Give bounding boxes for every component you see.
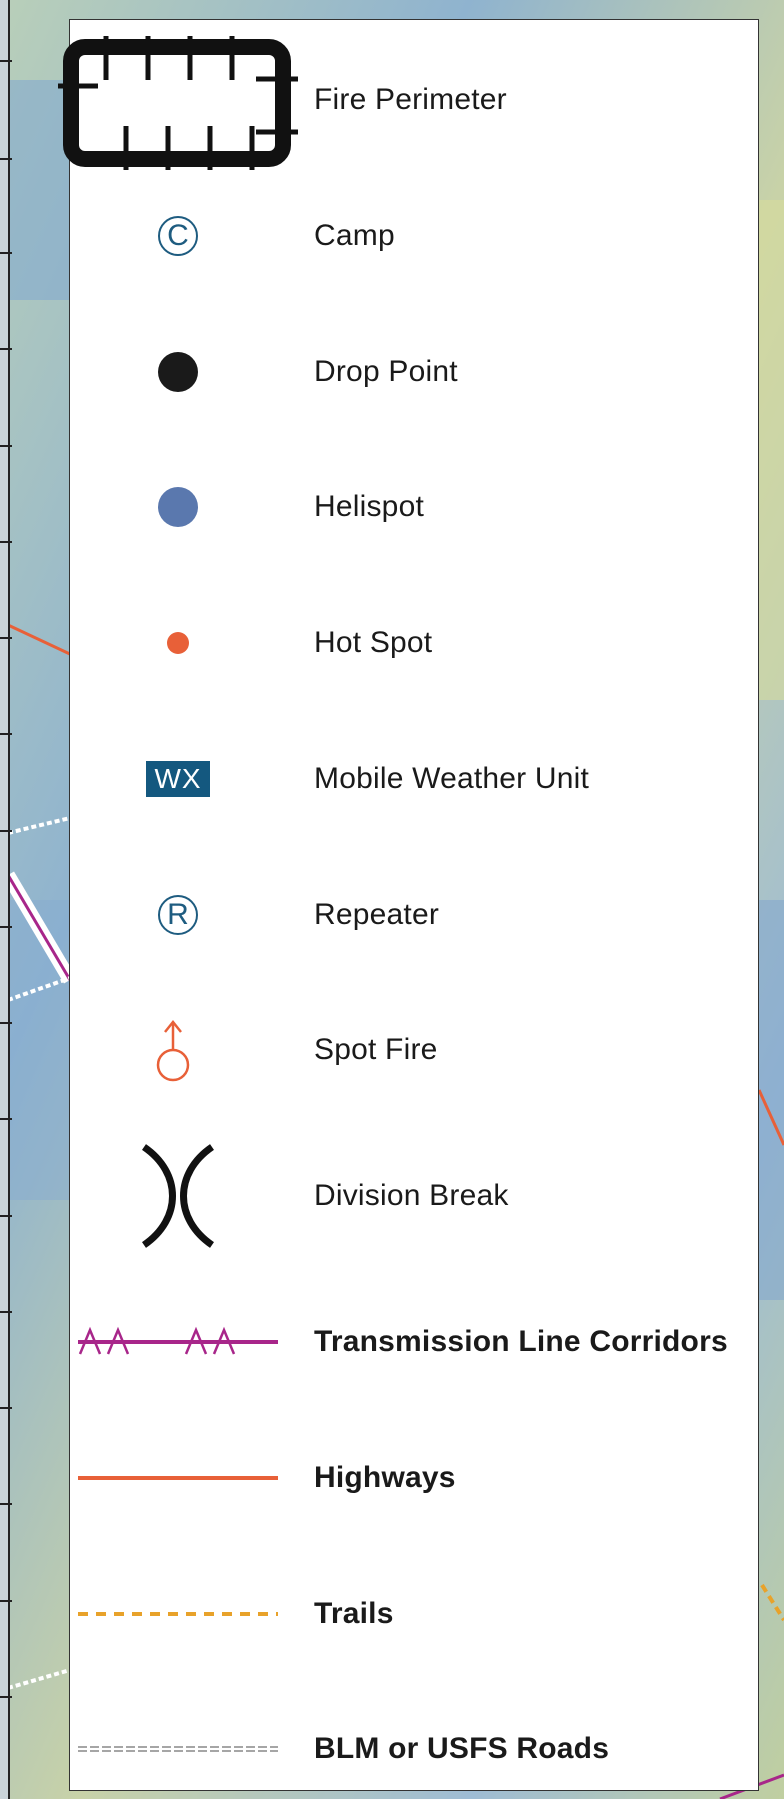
legend-label: Division Break xyxy=(314,1179,509,1212)
legend-item-highways: Highways xyxy=(70,1428,758,1528)
highway-line-icon xyxy=(78,1476,278,1480)
map-frame-edge xyxy=(0,0,12,1799)
legend-label: Repeater xyxy=(314,898,440,931)
spot-fire-icon xyxy=(156,1019,190,1082)
legend-label: Highways xyxy=(314,1461,456,1494)
hot-spot-icon xyxy=(167,632,189,654)
legend-item-division-break: Division Break xyxy=(70,1144,758,1248)
transmission-line-icon xyxy=(78,1326,278,1355)
legend-item-trails: Trails xyxy=(70,1564,758,1664)
legend-label: Drop Point xyxy=(314,355,458,388)
legend-item-drop-point: Drop Point xyxy=(70,322,758,422)
repeater-icon: R xyxy=(158,895,198,935)
helispot-icon xyxy=(158,487,198,527)
division-break-icon xyxy=(141,1144,215,1248)
legend-label: Spot Fire xyxy=(314,1033,438,1066)
legend-item-mobile-weather-unit: WX Mobile Weather Unit xyxy=(70,729,758,829)
legend-label: BLM or USFS Roads xyxy=(314,1732,610,1765)
road-line-icon xyxy=(78,1746,278,1752)
legend-item-camp: C Camp xyxy=(70,186,758,286)
legend-label: Fire Perimeter xyxy=(314,83,507,116)
legend-label: Transmission Line Corridors xyxy=(314,1325,728,1358)
drop-point-icon xyxy=(158,352,198,392)
camp-icon: C xyxy=(158,216,198,256)
fire-perimeter-icon xyxy=(58,36,298,170)
legend-label: Trails xyxy=(314,1597,394,1630)
legend-item-hot-spot: Hot Spot xyxy=(70,593,758,693)
legend-label: Camp xyxy=(314,219,395,252)
trail-line-icon xyxy=(78,1612,278,1616)
legend-item-blm-usfs-roads: BLM or USFS Roads xyxy=(70,1699,758,1799)
legend-item-repeater: R Repeater xyxy=(70,865,758,965)
legend-label: Hot Spot xyxy=(314,626,433,659)
legend-label: Helispot xyxy=(314,490,424,523)
mobile-weather-unit-icon: WX xyxy=(146,761,210,797)
legend-item-helispot: Helispot xyxy=(70,457,758,557)
legend-item-transmission-line-corridors: Transmission Line Corridors xyxy=(70,1292,758,1392)
legend-label: Mobile Weather Unit xyxy=(314,762,590,795)
map-legend: Fire Perimeter C Camp Drop Point Helispo… xyxy=(58,19,759,1791)
legend-item-spot-fire: Spot Fire xyxy=(70,1000,758,1100)
legend-item-fire-perimeter: Fire Perimeter xyxy=(58,36,758,170)
